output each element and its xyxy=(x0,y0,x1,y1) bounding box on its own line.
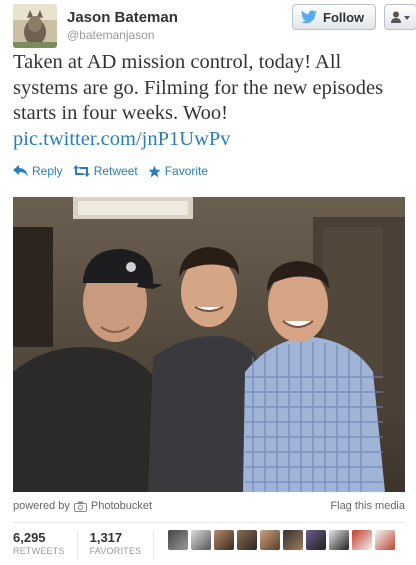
star-icon xyxy=(148,165,161,177)
favorite-label: Favorite xyxy=(164,164,209,178)
favorite-count: 1,317 xyxy=(89,530,123,545)
user-handle[interactable]: @batemanjason xyxy=(67,28,155,42)
favoriter-avatar[interactable] xyxy=(168,530,189,550)
favoriter-avatar[interactable] xyxy=(237,530,258,550)
divider xyxy=(13,522,405,523)
media-footer: powered by Photobucket Flag this media xyxy=(13,500,405,516)
favorite-button[interactable]: Favorite xyxy=(148,164,208,178)
tweet-photo[interactable] xyxy=(13,197,405,492)
tweet-stats: 6,295 RETWEETS 1,317 FAVORITES xyxy=(13,530,396,562)
favoriter-avatar[interactable] xyxy=(260,530,281,550)
powered-by: powered by Photobucket xyxy=(13,500,152,512)
user-menu-icon xyxy=(390,11,410,23)
tweet-text: Taken at AD mission control, today! All … xyxy=(13,51,384,124)
favoriter-avatar[interactable] xyxy=(214,530,235,550)
avatar[interactable] xyxy=(13,4,57,48)
tweet-header: Jason Bateman @batemanjason Follow xyxy=(13,4,416,48)
favoriter-avatar[interactable] xyxy=(375,530,396,550)
reply-label: Reply xyxy=(32,164,63,178)
camera-icon xyxy=(73,501,87,512)
follow-label: Follow xyxy=(323,9,365,25)
favoriter-avatars xyxy=(168,530,396,550)
retweet-icon xyxy=(72,165,90,177)
retweet-button[interactable]: Retweet xyxy=(72,164,138,178)
favoriter-avatar[interactable] xyxy=(191,530,212,550)
retweet-count-label: RETWEETS xyxy=(13,546,65,556)
favorites-stat[interactable]: 1,317 FAVORITES xyxy=(90,530,155,560)
retweets-stat[interactable]: 6,295 RETWEETS xyxy=(13,530,78,560)
favoriter-avatar[interactable] xyxy=(329,530,350,550)
tweet-actions: Reply Retweet Favorite xyxy=(13,163,218,179)
user-name[interactable]: Jason Bateman xyxy=(67,9,178,26)
tweet-media-link[interactable]: pic.twitter.com/jnP1UwPv xyxy=(13,127,231,153)
provider-name[interactable]: Photobucket xyxy=(91,500,152,512)
retweet-label: Retweet xyxy=(93,164,138,178)
reply-arrow-icon xyxy=(13,165,28,177)
follow-button[interactable]: Follow xyxy=(292,4,376,30)
powered-by-label: powered by xyxy=(13,500,70,512)
flag-media-link[interactable]: Flag this media xyxy=(330,500,405,512)
retweet-count: 6,295 xyxy=(13,530,46,545)
favorite-count-label: FAVORITES xyxy=(89,546,142,556)
favoriter-avatar[interactable] xyxy=(306,530,327,550)
twitter-bird-icon xyxy=(301,10,317,24)
favoriter-avatar[interactable] xyxy=(283,530,304,550)
user-menu-button[interactable] xyxy=(384,4,416,30)
reply-button[interactable]: Reply xyxy=(13,164,63,178)
favoriter-avatar[interactable] xyxy=(352,530,373,550)
